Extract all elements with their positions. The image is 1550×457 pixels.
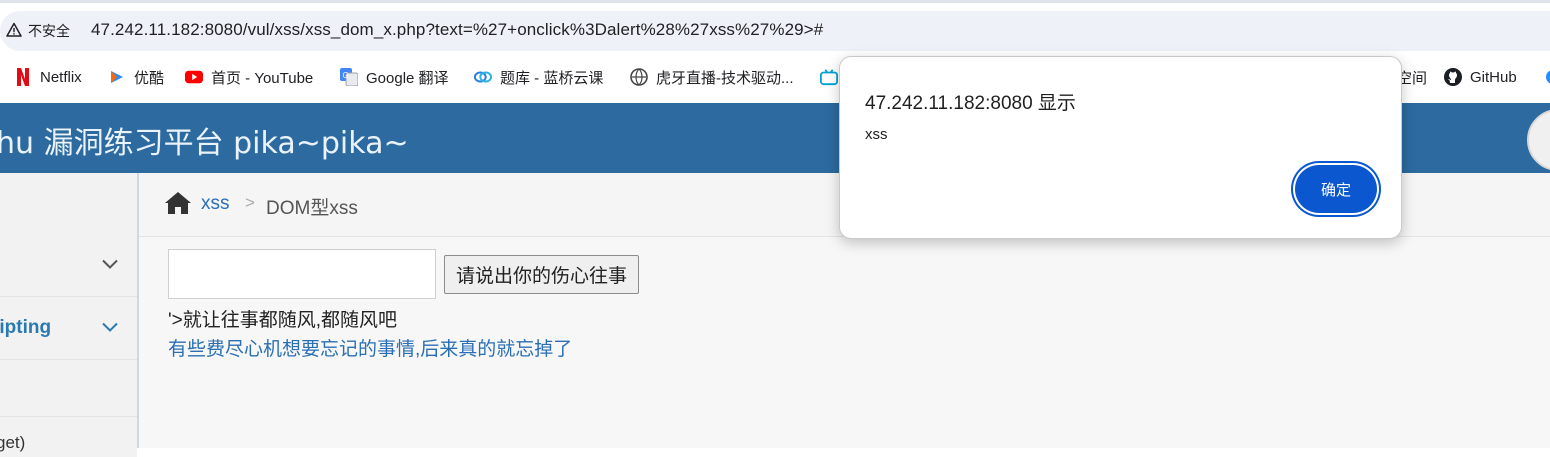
browser-top-edge (0, 0, 1550, 3)
alert-dialog: 47.242.11.182:8080 显示 xss 确定 (839, 56, 1402, 239)
sidebar-item-label: ripting (0, 317, 52, 338)
google-translate-icon: G (340, 68, 358, 86)
security-indicator[interactable]: 不安全 (2, 18, 78, 44)
netflix-icon (14, 68, 32, 86)
bookmark-lanqiao[interactable]: 题库 - 蓝桥云课 (474, 66, 603, 88)
alert-message: xss (865, 126, 888, 143)
output-text: '>就让往事都随风,都随风吧 (168, 310, 398, 331)
submit-button[interactable]: 请说出你的伤心往事 (444, 255, 640, 294)
bookmark-huya[interactable]: 虎牙直播-技术驱动... (630, 66, 794, 88)
youku-icon (108, 68, 126, 86)
sidebar-item-xss[interactable]: ripting (0, 297, 137, 360)
main-content: 请说出你的伤心往事 '>就让往事都随风,都随风吧 有些费尽心机想要忘记的事情,后… (139, 237, 1550, 448)
bookmark-icon (1541, 68, 1550, 86)
alert-title: 47.242.11.182:8080 显示 (865, 93, 1076, 114)
breadcrumb-separator: > (245, 193, 255, 212)
brand-title[interactable]: hu 漏洞练习平台 pika~pika~ (0, 118, 409, 162)
sidebar-subitem-label: get) (0, 433, 26, 452)
home-icon[interactable] (164, 190, 192, 216)
bookmark-github[interactable]: GitHub (1444, 66, 1517, 88)
bilibili-icon (820, 68, 838, 86)
security-label: 不安全 (28, 23, 70, 39)
breadcrumb-link-xss[interactable]: xss (201, 193, 230, 215)
svg-text:G: G (343, 71, 349, 80)
text-input[interactable] (168, 249, 436, 299)
ok-button[interactable]: 确定 (1295, 165, 1377, 213)
bookmark-bilibili[interactable] (820, 66, 838, 88)
url-text[interactable]: 47.242.11.182:8080/vul/xss/xss_dom_x.php… (91, 20, 823, 40)
sidebar-item-collapsed[interactable] (0, 173, 137, 297)
chevron-down-icon (101, 318, 119, 339)
output-link[interactable]: 有些费尽心机想要忘记的事情,后来真的就忘掉了 (168, 334, 572, 361)
chevron-down-icon (101, 255, 119, 276)
warning-icon (6, 22, 22, 41)
sidebar-subitem[interactable] (0, 360, 137, 417)
avatar[interactable] (1527, 109, 1550, 171)
sidebar: ripting get) (0, 173, 139, 457)
bookmark-more[interactable] (1541, 66, 1550, 88)
huya-icon (630, 68, 648, 86)
bookmark-google-translate[interactable]: G Google 翻译 (340, 66, 449, 88)
bookmark-youku[interactable]: 优酷 (108, 66, 164, 88)
breadcrumb-current: DOM型xss (266, 198, 358, 219)
address-bar[interactable]: 不安全 47.242.11.182:8080/vul/xss/xss_dom_x… (0, 11, 1550, 51)
github-icon (1444, 68, 1462, 86)
youtube-icon (185, 68, 203, 86)
bookmark-youtube[interactable]: 首页 - YouTube (185, 66, 313, 88)
sidebar-subitem-get[interactable]: get) (0, 417, 137, 457)
lanqiao-icon (474, 68, 492, 86)
bookmark-netflix[interactable]: Netflix (14, 66, 82, 88)
